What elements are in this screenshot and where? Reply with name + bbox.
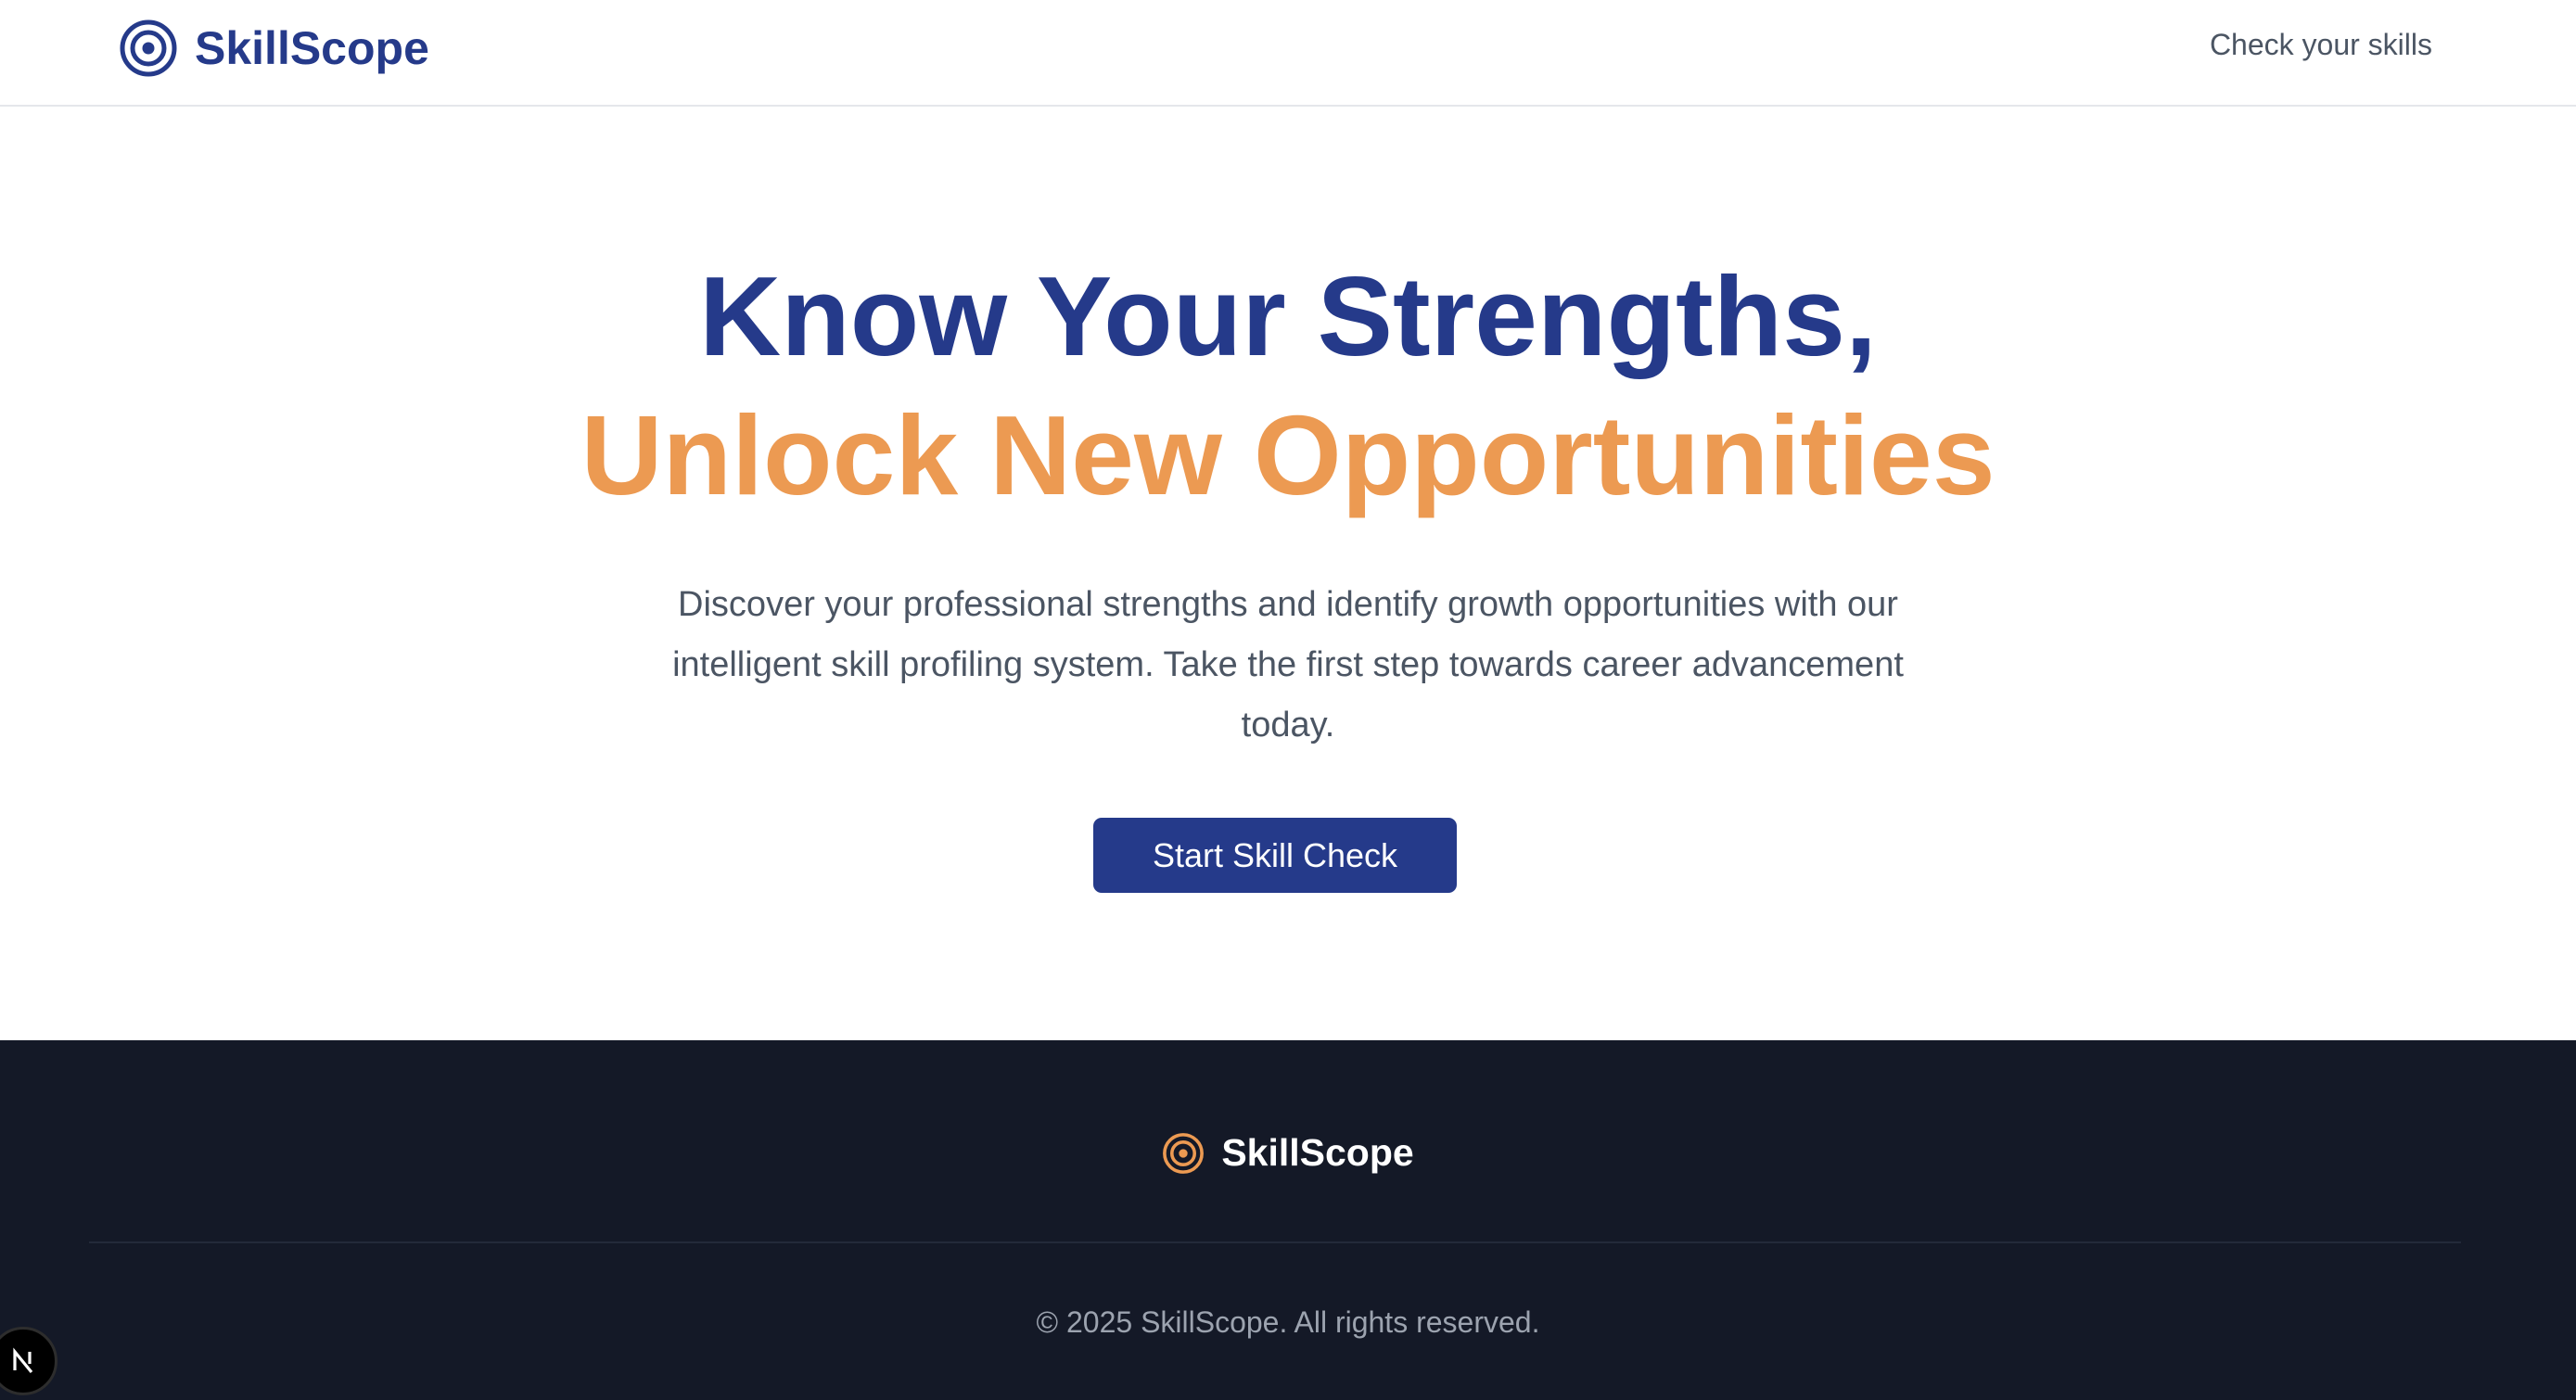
- hero-title-line-1: Know Your Strengths,: [699, 253, 1877, 379]
- site-footer: SkillScope © 2025 SkillScope. All rights…: [0, 1040, 2576, 1400]
- brand-logo-link[interactable]: SkillScope: [119, 19, 429, 78]
- nextjs-logo-icon: [7, 1345, 39, 1377]
- start-skill-check-button[interactable]: Start Skill Check: [1093, 818, 1457, 893]
- footer-brand-name: SkillScope: [1221, 1131, 1414, 1174]
- target-icon: [119, 19, 178, 78]
- page: SkillScope Check your skills Know Your S…: [0, 0, 2576, 1400]
- hero-description: Discover your professional strengths and…: [672, 585, 1904, 745]
- footer-brand: SkillScope: [0, 1131, 2576, 1175]
- nav-check-skills-link[interactable]: Check your skills: [2210, 28, 2432, 62]
- site-header: SkillScope Check your skills: [0, 0, 2576, 107]
- brand-name: SkillScope: [195, 22, 429, 74]
- copyright-text: © 2025 SkillScope. All rights reserved.: [1036, 1305, 1540, 1339]
- hero-title-line-2: Unlock New Opportunities: [580, 392, 1996, 518]
- footer-divider: [89, 1241, 2461, 1243]
- target-icon: [1162, 1132, 1205, 1175]
- hero-section: Know Your Strengths, Unlock New Opportun…: [0, 107, 2576, 1040]
